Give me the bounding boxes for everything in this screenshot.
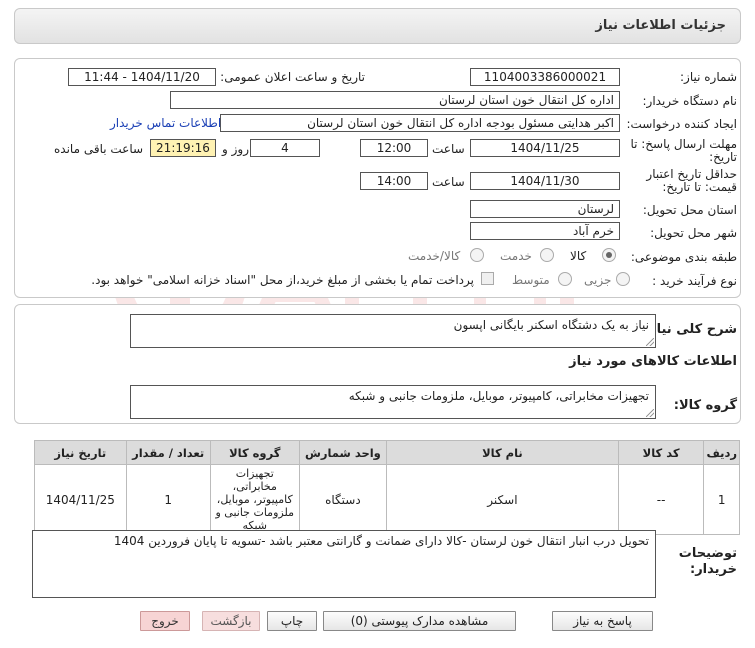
province-label: استان محل تحویل:: [642, 203, 737, 217]
need-number-field: 1104003386000021: [470, 68, 620, 86]
cell-item-name: اسکنر: [386, 464, 619, 535]
buyer-notes-textarea[interactable]: تحویل درب انبار انتقال خون لرستان -کالا …: [32, 530, 656, 598]
cell-row-number: 1: [703, 464, 740, 535]
page-header: جزئیات اطلاعات نیاز: [14, 8, 741, 44]
deadline-time-label: ساعت: [432, 142, 465, 156]
deadline-date-field: 1404/11/25: [470, 139, 620, 157]
cell-item-code: --: [617, 464, 705, 535]
validity-label-date: قیمت: تا تاریخ:: [662, 180, 737, 194]
col-header-item-name: نام کالا: [386, 440, 619, 465]
process-option-minor: جزیی: [584, 273, 612, 287]
category-label: طبقه بندی موضوعی:: [630, 250, 737, 264]
cell-unit: دستگاه: [298, 464, 388, 535]
validity-date-field: 1404/11/30: [470, 172, 620, 190]
validity-time-label: ساعت: [432, 175, 465, 189]
description-label: شرح کلی نیاز:: [643, 322, 737, 337]
view-attachments-button[interactable]: مشاهده مدارک پیوستی (0): [323, 611, 516, 631]
cell-item-group: تجهیزات مخابراتی، کامپیوتر، موبایل، ملزو…: [209, 464, 300, 535]
category-option-service: خدمت: [500, 249, 532, 263]
process-radio-minor[interactable]: [616, 272, 630, 286]
announce-datetime-label: تاریخ و ساعت اعلان عمومی:: [220, 70, 365, 84]
city-label: شهر محل تحویل:: [650, 226, 737, 240]
category-radio-goods[interactable]: [602, 248, 616, 262]
announce-datetime-field: 1404/11/20 - 11:44: [68, 68, 216, 86]
buyer-org-field: اداره کل انتقال خون استان لرستان: [170, 91, 620, 109]
goods-group-text: تجهیزات مخابراتی، کامپیوتر، موبایل، ملزو…: [348, 389, 649, 403]
resize-handle-icon[interactable]: [646, 409, 654, 417]
city-field: خرم آباد: [470, 222, 620, 240]
col-header-item-group: گروه کالا: [209, 440, 300, 465]
days-label: روز و: [222, 142, 249, 156]
col-header-unit: واحد شمارش: [298, 440, 388, 465]
treasury-payment-note: پرداخت تمام یا بخشی از مبلغ خرید،از محل …: [91, 273, 474, 287]
goods-group-textarea[interactable]: تجهیزات مخابراتی، کامپیوتر، موبایل، ملزو…: [130, 385, 656, 419]
treasury-payment-checkbox[interactable]: [481, 272, 494, 285]
back-button[interactable]: بازگشت: [202, 611, 260, 631]
buyer-notes-label: توضیحات: [678, 546, 737, 561]
remaining-time-field: 21:19:16: [150, 139, 216, 157]
process-radio-medium[interactable]: [558, 272, 572, 286]
description-text: نیاز به یک دشتگاه اسکنر بایگانی اپسون: [453, 318, 649, 332]
cell-need-date: 1404/11/25: [34, 464, 127, 535]
buyer-notes-label-2: خریدار:: [690, 562, 737, 577]
deadline-label: مهلت ارسال پاسخ: تا: [630, 137, 737, 151]
process-option-medium: متوسط: [512, 273, 550, 287]
resize-handle-icon[interactable]: [646, 338, 654, 346]
remaining-time-label: ساعت باقی مانده: [54, 142, 144, 156]
deadline-label-date: تاریخ:: [709, 150, 737, 164]
exit-button[interactable]: خروج: [140, 611, 190, 631]
category-radio-both[interactable]: [470, 248, 484, 262]
col-header-quantity: تعداد / مقدار: [125, 440, 211, 465]
reply-to-need-button[interactable]: پاسخ به نیاز: [552, 611, 653, 631]
table-row: 1 -- اسکنر دستگاه تجهیزات مخابراتی، کامپ…: [34, 464, 740, 535]
goods-info-title: اطلاعات کالاهای مورد نیاز: [569, 354, 737, 369]
col-header-row-number: ردیف: [703, 440, 740, 465]
table-header-row: ردیف کد کالا نام کالا واحد شمارش گروه کا…: [34, 440, 740, 465]
days-remaining-field: 4: [250, 139, 320, 157]
print-button[interactable]: چاپ: [267, 611, 317, 631]
validity-time-field: 14:00: [360, 172, 428, 190]
validity-label: حداقل تاریخ اعتبار: [646, 167, 737, 181]
col-header-item-code: کد کالا: [617, 440, 705, 465]
cell-quantity: 1: [125, 464, 211, 535]
description-textarea[interactable]: نیاز به یک دشتگاه اسکنر بایگانی اپسون: [130, 314, 656, 348]
need-number-label: شماره نیاز:: [680, 70, 737, 84]
buyer-notes-text: تحویل درب انبار انتقال خون لرستان -کالا …: [113, 534, 649, 548]
requester-label: ایجاد کننده درخواست:: [626, 117, 737, 131]
category-radio-service[interactable]: [540, 248, 554, 262]
page-title: جزئیات اطلاعات نیاز: [595, 18, 726, 33]
deadline-time-field: 12:00: [360, 139, 428, 157]
goods-group-label: گروه کالا:: [673, 398, 737, 413]
category-option-both: کالا/خدمت: [408, 249, 461, 263]
process-label: نوع فرآیند خرید :: [652, 274, 737, 288]
category-option-goods: کالا: [570, 249, 587, 263]
requester-field: اکبر هدایتی مسئول بودجه اداره کل انتقال …: [220, 114, 620, 132]
buyer-contact-link[interactable]: اطلاعات تماس خریدار: [110, 116, 221, 130]
province-field: لرستان: [470, 200, 620, 218]
buyer-org-label: نام دستگاه خریدار:: [642, 94, 738, 108]
col-header-need-date: تاریخ نیاز: [34, 440, 127, 465]
items-table: ردیف کد کالا نام کالا واحد شمارش گروه کا…: [34, 440, 740, 535]
